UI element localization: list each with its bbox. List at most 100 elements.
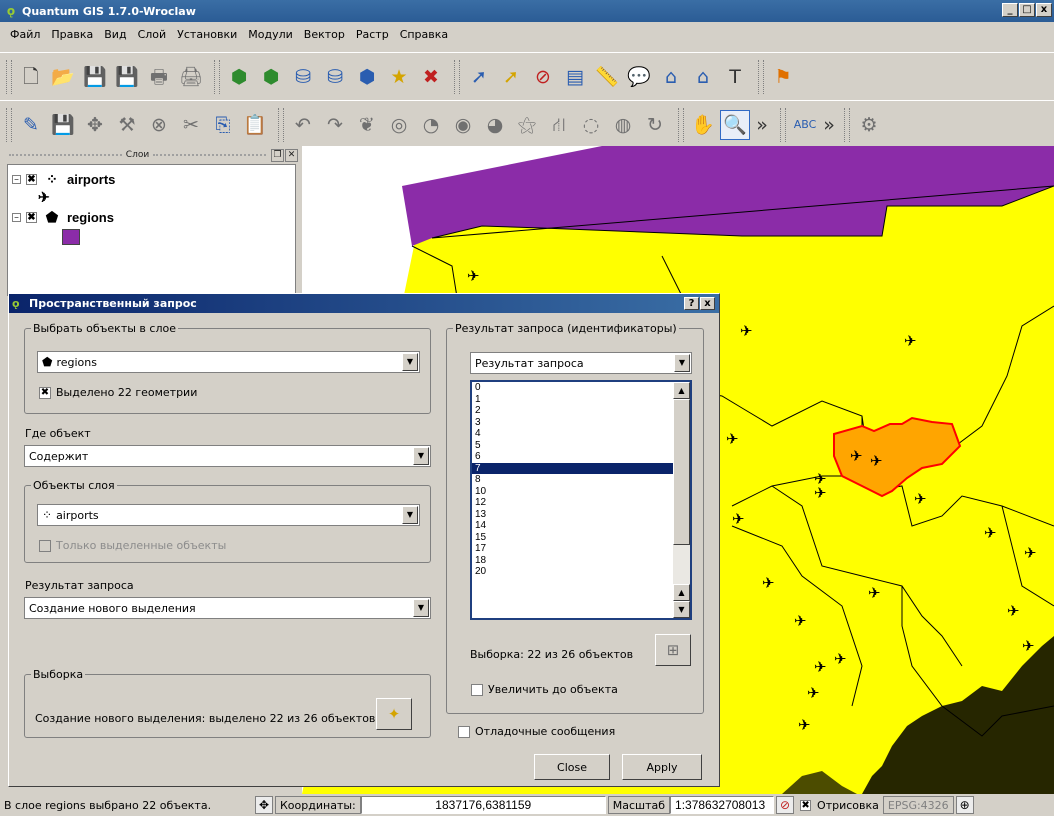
debug-checkbox[interactable]: Отладочные сообщения: [458, 725, 615, 738]
paste-features-icon[interactable]: 📋: [240, 110, 270, 140]
zoom-home-icon[interactable]: ⌂: [688, 62, 718, 92]
operation-combo[interactable]: Содержит ▼: [24, 445, 431, 467]
list-item[interactable]: 12: [472, 497, 674, 509]
dropdown-arrow-icon[interactable]: ▼: [402, 353, 418, 371]
crs-button[interactable]: EPSG:4326: [882, 796, 954, 814]
add-part-icon[interactable]: ◔: [416, 110, 446, 140]
list-item[interactable]: 15: [472, 532, 674, 544]
save-project-icon[interactable]: 💾: [80, 62, 110, 92]
remove-layer-icon[interactable]: ✖: [416, 62, 446, 92]
zoom-full-icon[interactable]: ⌂: [656, 62, 686, 92]
print-composer-icon[interactable]: 🖶: [144, 62, 174, 92]
raster-tool-icon[interactable]: ⚙: [854, 110, 884, 140]
menu-layer[interactable]: Слой: [138, 28, 167, 41]
result-ids-list[interactable]: 0 1 2 3 4 5 6 7 8 10 12 13 14 15 17 18 2…: [470, 380, 692, 620]
toolbar-grip[interactable]: [758, 59, 764, 94]
dropdown-arrow-icon[interactable]: ▼: [413, 599, 429, 617]
list-item[interactable]: 17: [472, 543, 674, 555]
menu-help[interactable]: Справка: [400, 28, 448, 41]
menu-settings[interactable]: Установки: [177, 28, 237, 41]
toolbar-grip[interactable]: [278, 107, 284, 142]
list-item-selected[interactable]: 7: [472, 462, 674, 474]
open-project-icon[interactable]: 📂: [48, 62, 78, 92]
toggle-edit-icon[interactable]: ✎: [16, 110, 46, 140]
scale-field[interactable]: 1:378632708013: [670, 796, 775, 814]
new-bookmark-icon[interactable]: ⚑: [768, 62, 798, 92]
label-tool-icon[interactable]: ABC: [790, 110, 820, 140]
overflow-icon[interactable]: »: [822, 110, 836, 140]
list-scrollbar[interactable]: ▲ ▲ ▼: [673, 382, 690, 618]
measure-icon[interactable]: 📏: [592, 62, 622, 92]
render-checkbox[interactable]: ✖: [800, 799, 812, 811]
close-dialog-button[interactable]: x: [700, 297, 715, 310]
toolbar-grip[interactable]: [780, 107, 786, 142]
close-button[interactable]: Close: [534, 754, 610, 780]
menu-plugins[interactable]: Модули: [248, 28, 293, 41]
render-toggle[interactable]: ✖ Отрисовка: [796, 796, 883, 814]
reshape-icon[interactable]: ⚝: [512, 110, 542, 140]
checkbox-unchecked-icon[interactable]: [39, 539, 51, 552]
scrollbar-thumb[interactable]: [673, 399, 690, 545]
toolbar-grip[interactable]: [454, 59, 460, 94]
undo-icon[interactable]: ↶: [288, 110, 318, 140]
menu-file[interactable]: Файл: [10, 28, 40, 41]
list-item[interactable]: 5: [472, 440, 674, 452]
list-item[interactable]: 10: [472, 486, 674, 498]
identify-icon[interactable]: ➚: [464, 62, 494, 92]
deselect-icon[interactable]: ⊘: [528, 62, 558, 92]
reference-layer-combo[interactable]: ⁘ airports ▼: [37, 504, 420, 526]
result-ids-combo[interactable]: Результат запроса ▼: [470, 352, 692, 374]
list-item[interactable]: 1: [472, 394, 674, 406]
delete-selected-icon[interactable]: ⊗: [144, 110, 174, 140]
list-item[interactable]: 20: [472, 566, 674, 578]
menu-vector[interactable]: Вектор: [304, 28, 345, 41]
layer-row-regions[interactable]: − ✖ ⬟ regions: [12, 209, 114, 226]
cut-features-icon[interactable]: ✂: [176, 110, 206, 140]
coords-field[interactable]: 1837176,6381159: [360, 796, 606, 814]
rotate-icon[interactable]: ◍: [608, 110, 638, 140]
simplify-feature-icon[interactable]: ❦: [352, 110, 382, 140]
save-as-icon[interactable]: 💾: [112, 62, 142, 92]
toolbar-grip[interactable]: [6, 59, 12, 94]
save-edits-icon[interactable]: 💾: [48, 110, 78, 140]
only-selected-checkbox[interactable]: Только выделенные объекты: [39, 539, 226, 552]
print-icon[interactable]: 🖨: [176, 62, 206, 92]
toggle-extents-icon[interactable]: ✥: [255, 796, 273, 814]
menu-view[interactable]: Вид: [104, 28, 126, 41]
list-item[interactable]: 4: [472, 428, 674, 440]
add-vector-layer-icon[interactable]: ⬢: [224, 62, 254, 92]
new-project-icon[interactable]: 🗋: [16, 62, 46, 92]
result-combo[interactable]: Создание нового выделения ▼: [24, 597, 431, 619]
split-features-icon[interactable]: ⛙: [544, 110, 574, 140]
crs-status-icon[interactable]: ⊕: [955, 796, 974, 814]
collapse-icon[interactable]: −: [12, 213, 21, 222]
zoom-in-icon[interactable]: 🔍: [720, 109, 750, 140]
pan-icon[interactable]: ✋: [688, 110, 718, 140]
overflow-icon[interactable]: »: [752, 110, 772, 140]
close-panel-button[interactable]: ✕: [285, 148, 298, 162]
dropdown-arrow-icon[interactable]: ▼: [413, 447, 429, 465]
add-raster-layer-icon[interactable]: ⬢: [256, 62, 286, 92]
toolbar-grip[interactable]: [844, 107, 850, 142]
help-button[interactable]: ?: [684, 297, 699, 310]
selected-geometries-checkbox[interactable]: ✖ Выделено 22 геометрии: [39, 386, 197, 399]
dropdown-arrow-icon[interactable]: ▼: [674, 354, 690, 372]
toolbar-grip[interactable]: [6, 107, 12, 142]
list-item[interactable]: 18: [472, 555, 674, 567]
layer-row-airports[interactable]: − ✖ ⁘ airports: [12, 171, 115, 188]
list-item[interactable]: 8: [472, 474, 674, 486]
minimize-button[interactable]: _: [1002, 3, 1018, 17]
selection-action-button[interactable]: ✦: [376, 698, 412, 730]
node-tool-icon[interactable]: ⚒: [112, 110, 142, 140]
move-feature-icon[interactable]: ✥: [80, 110, 110, 140]
collapse-icon[interactable]: −: [12, 175, 21, 184]
text-annotation-icon[interactable]: T: [720, 62, 750, 92]
add-wfs-layer-icon[interactable]: ★: [384, 62, 414, 92]
redo-icon[interactable]: ↷: [320, 110, 350, 140]
dropdown-arrow-icon[interactable]: ▼: [402, 506, 418, 524]
list-item[interactable]: 2: [472, 405, 674, 417]
delete-ring-icon[interactable]: ◉: [448, 110, 478, 140]
delete-part-icon[interactable]: ◕: [480, 110, 510, 140]
rotate-icon[interactable]: ↻: [640, 110, 670, 140]
merge-features-icon[interactable]: ◌: [576, 110, 606, 140]
